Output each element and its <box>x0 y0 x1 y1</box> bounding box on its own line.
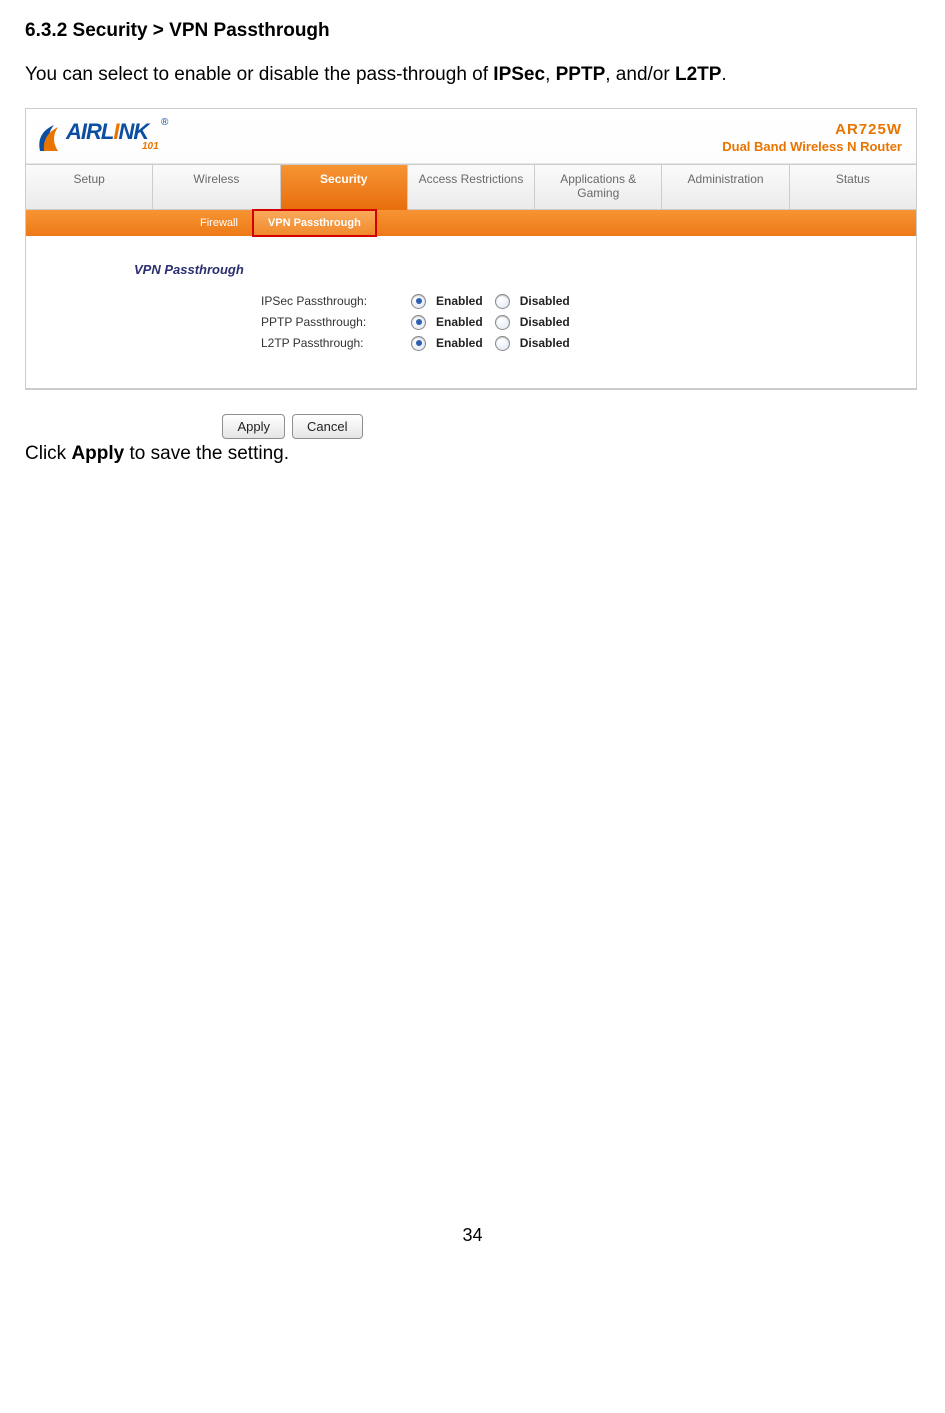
tab-status[interactable]: Status <box>790 165 916 210</box>
radio-label-pptp-enabled: Enabled <box>436 315 483 329</box>
logo-registered: ® <box>161 117 168 128</box>
intro-text: You can select to enable or disable the … <box>25 64 493 85</box>
intro-paragraph: You can select to enable or disable the … <box>25 64 920 86</box>
radio-label-l2tp-enabled: Enabled <box>436 336 483 350</box>
radio-group-ipsec: Enabled Disabled <box>411 294 576 309</box>
page-number: 34 <box>25 1225 920 1246</box>
label-ipsec: IPSec Passthrough: <box>261 294 401 308</box>
logo-mid: IRL <box>81 119 113 144</box>
logo-prefix: A <box>66 119 81 144</box>
radio-ipsec-enabled[interactable] <box>411 294 426 309</box>
label-l2tp: L2TP Passthrough: <box>261 336 401 350</box>
tab-security[interactable]: Security <box>281 165 408 210</box>
radio-label-ipsec-enabled: Enabled <box>436 294 483 308</box>
radio-label-ipsec-disabled: Disabled <box>520 294 570 308</box>
outro-paragraph: Click Apply to save the setting. <box>25 443 920 465</box>
radio-label-pptp-disabled: Disabled <box>520 315 570 329</box>
subtab-firewall[interactable]: Firewall <box>186 210 252 236</box>
label-pptp: PPTP Passthrough: <box>261 315 401 329</box>
content-area: VPN Passthrough IPSec Passthrough: Enabl… <box>26 236 916 389</box>
intro-ipsec: IPSec <box>493 64 545 85</box>
radio-group-pptp: Enabled Disabled <box>411 315 576 330</box>
row-l2tp: L2TP Passthrough: Enabled Disabled <box>26 333 916 354</box>
intro-suffix: . <box>721 64 726 85</box>
model-name: AR725W <box>722 121 902 139</box>
outro-bold: Apply <box>71 443 124 464</box>
subtab-vpn-passthrough[interactable]: VPN Passthrough <box>252 209 377 237</box>
tab-applications-gaming[interactable]: Applications & Gaming <box>535 165 662 210</box>
outro-prefix: Click <box>25 443 71 464</box>
radio-pptp-disabled[interactable] <box>495 315 510 330</box>
airlink-logo: AIRLINK ® 101 <box>34 115 174 161</box>
radio-label-l2tp-disabled: Disabled <box>520 336 570 350</box>
tab-setup[interactable]: Setup <box>26 165 153 210</box>
apply-button[interactable]: Apply <box>222 414 285 439</box>
logo-sub: 101 <box>142 141 159 152</box>
radio-ipsec-disabled[interactable] <box>495 294 510 309</box>
logo-text: AIRLINK <box>66 119 148 145</box>
action-row: Apply Cancel <box>0 414 920 439</box>
radio-pptp-enabled[interactable] <box>411 315 426 330</box>
tab-wireless[interactable]: Wireless <box>153 165 280 210</box>
vpn-passthrough-heading: VPN Passthrough <box>26 262 916 291</box>
radio-l2tp-enabled[interactable] <box>411 336 426 351</box>
model-block: AR725W Dual Band Wireless N Router <box>722 121 902 155</box>
sub-tabs: Firewall VPN Passthrough <box>26 210 916 236</box>
intro-sep1: , <box>545 64 556 85</box>
radio-l2tp-disabled[interactable] <box>495 336 510 351</box>
tab-access-restrictions[interactable]: Access Restrictions <box>408 165 535 210</box>
intro-sep2: , and/or <box>605 64 675 85</box>
outro-suffix: to save the setting. <box>124 443 289 464</box>
section-title: 6.3.2 Security > VPN Passthrough <box>25 20 920 42</box>
intro-pptp: PPTP <box>556 64 606 85</box>
row-pptp: PPTP Passthrough: Enabled Disabled <box>26 312 916 333</box>
main-tabs: Setup Wireless Security Access Restricti… <box>26 164 916 210</box>
tab-administration[interactable]: Administration <box>662 165 789 210</box>
router-panel: AIRLINK ® 101 AR725W Dual Band Wireless … <box>25 108 917 390</box>
cancel-button[interactable]: Cancel <box>292 414 362 439</box>
intro-l2tp: L2TP <box>675 64 721 85</box>
radio-group-l2tp: Enabled Disabled <box>411 336 576 351</box>
model-desc: Dual Band Wireless N Router <box>722 139 902 155</box>
router-header: AIRLINK ® 101 AR725W Dual Band Wireless … <box>26 109 916 164</box>
row-ipsec: IPSec Passthrough: Enabled Disabled <box>26 291 916 312</box>
